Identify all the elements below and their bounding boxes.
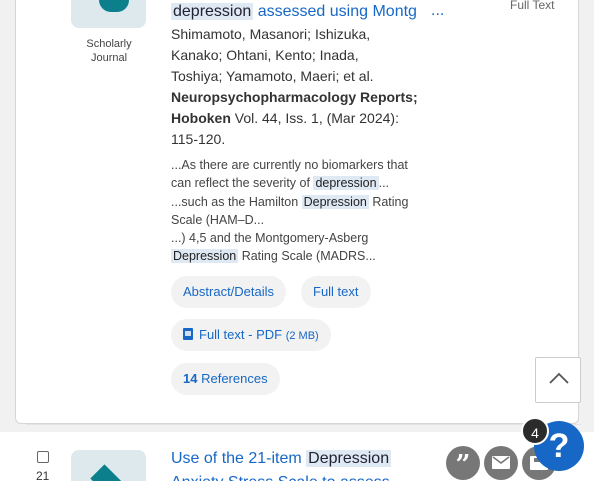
references-link[interactable]: 14 References [171,363,280,395]
snippet: ...) 4,5 and the Montgomery-Asberg Depre… [171,231,376,264]
full-text-link[interactable]: Full text [301,276,371,308]
result-title[interactable]: depression assessed using Montg [171,0,417,24]
title-more[interactable]: ... [431,2,444,20]
notification-badge: 4 [521,417,549,445]
snippet-list: ...As there are currently no biomarkers … [171,156,426,266]
title-text[interactable]: assessed using Montg [258,3,417,20]
select-checkbox[interactable] [37,451,49,463]
snippet-highlight: Depression [171,249,239,264]
pdf-size: (2 MB) [285,330,319,342]
publication-thumbnail [71,0,146,28]
email-icon [492,456,510,469]
result-divider [26,424,581,425]
title-highlight[interactable]: depression [171,3,254,20]
full-text-pdf-link[interactable]: Full text - PDF (2 MB) [171,319,331,351]
source-citation: Neuropsychopharmacology Reports; Hoboken… [171,87,421,150]
result-title-line2[interactable]: Anxiety Stress Scale to assess [171,471,390,481]
chevron-up-icon [549,372,569,384]
snippet-highlight: Depression [301,194,369,209]
result-number: 21 [36,469,50,481]
cite-button[interactable]: ” [446,446,480,480]
result-title[interactable]: Use of the 21-item Depression [171,447,392,471]
email-button[interactable] [484,446,518,480]
full-text-label: Full Text [510,0,555,12]
journal-icon [90,464,126,481]
pdf-icon [183,328,193,340]
journal-icon [99,0,129,12]
authors: Shimamoto, Masanori; Ishizuka, Kanako; O… [171,26,374,84]
snippet: ...such as the Hamilton Depression Ratin… [171,194,409,227]
snippet-highlight: depression [313,176,379,191]
reference-count: 14 [183,371,198,386]
abstract-details-link[interactable]: Abstract/Details [171,276,287,308]
publication-type: Scholarly Journal [86,38,132,64]
quote-icon: ” [455,450,471,480]
title-highlight[interactable]: Depression [306,450,392,467]
snippet: ...As there are currently no biomarkers … [171,158,408,191]
back-to-top-button[interactable] [535,357,581,403]
publication-thumbnail [71,450,146,481]
